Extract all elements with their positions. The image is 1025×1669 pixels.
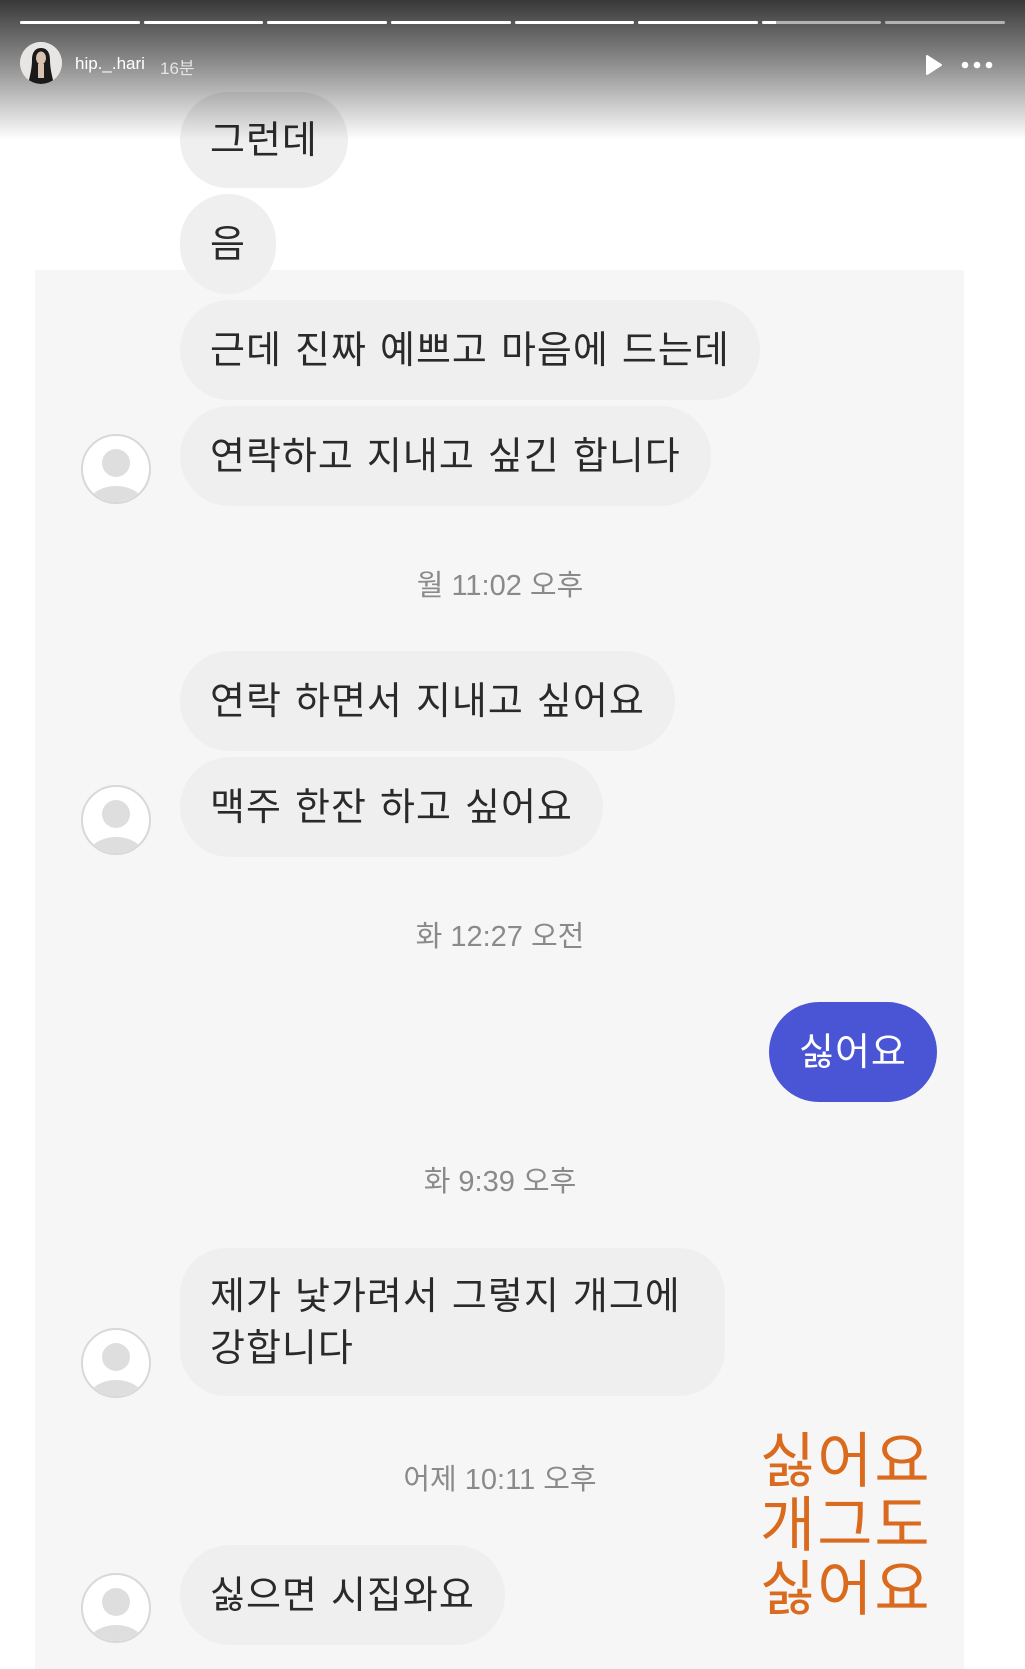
message-bubble: 맥주 한잔 하고 싶어요: [180, 757, 603, 857]
progress-segment: [638, 21, 758, 24]
avatar[interactable]: [20, 42, 62, 84]
default-avatar-icon: [81, 1573, 151, 1643]
message-bubble: 싫으면 시집와요: [180, 1545, 505, 1645]
progress-fill: [638, 21, 758, 24]
progress-fill: [514, 21, 635, 24]
story-viewer: 그런데 음 근데 진짜 예쁘고 마음에 드는데 연락하고 지내고 싶긴 합니다 …: [0, 0, 1025, 1669]
progress-segment: [514, 21, 635, 24]
story-header: hip._.hari 16분: [20, 42, 1005, 86]
progress-fill: [390, 21, 511, 24]
progress-segment: [267, 21, 387, 24]
timestamp: 화 9:39 오후: [423, 1166, 577, 1198]
progress-fill: [267, 21, 387, 24]
my-message-bubble: 싫어요: [769, 1002, 937, 1102]
post-time: 16분: [160, 59, 195, 78]
overlay-line: 싫어요: [760, 1427, 932, 1497]
more-icon[interactable]: [960, 52, 994, 78]
message-bubble: 음: [180, 194, 276, 294]
timestamp: 월 11:02 오후: [416, 570, 584, 602]
message-bubble: 연락 하면서 지내고 싶어요: [180, 651, 675, 751]
story-progress-bar: [20, 21, 1005, 25]
overlay-line: 싫어요: [760, 1555, 932, 1625]
progress-segment: [885, 21, 1005, 24]
progress-fill: [143, 21, 264, 24]
overlay-line: 개그도: [760, 1491, 932, 1561]
username[interactable]: hip._.hari: [75, 54, 145, 74]
play-icon[interactable]: [920, 52, 946, 78]
progress-segment: [390, 21, 511, 24]
progress-segment: [761, 21, 882, 24]
timestamp: 화 12:27 오전: [415, 921, 585, 953]
message-bubble: 근데 진짜 예쁘고 마음에 드는데: [180, 300, 760, 400]
default-avatar-icon: [81, 785, 151, 855]
message-bubble: 연락하고 지내고 싶긴 합니다: [180, 406, 711, 506]
default-avatar-icon: [81, 434, 151, 504]
progress-segment: [143, 21, 264, 24]
progress-fill: [20, 21, 140, 24]
story-text-overlay: 싫어요 개그도 싫어요: [760, 1430, 932, 1622]
message-bubble: 그런데: [180, 92, 348, 188]
message-bubble: 제가 낯가려서 그렇지 개그에 강합니다: [180, 1248, 725, 1396]
progress-fill: [761, 21, 777, 24]
default-avatar-icon: [81, 1328, 151, 1398]
progress-segment: [20, 21, 140, 24]
